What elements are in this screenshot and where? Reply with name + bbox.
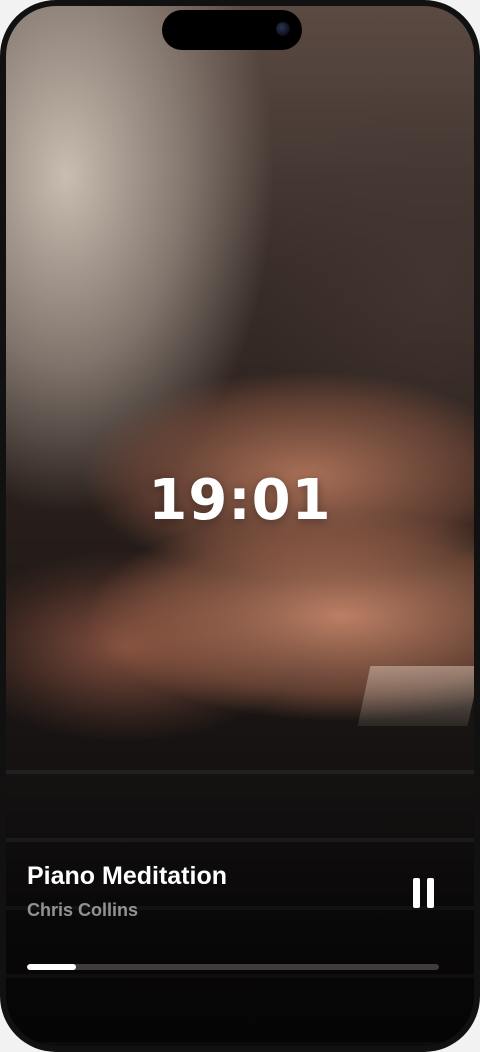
pause-button[interactable] — [406, 874, 442, 914]
dynamic-island — [162, 10, 302, 50]
track-artist: Chris Collins — [27, 900, 139, 920]
playback-progress-fill — [27, 964, 77, 970]
playback-progress-bar[interactable] — [27, 964, 439, 970]
piano-key-highlight — [357, 666, 474, 726]
pause-icon — [413, 878, 420, 908]
phone-frame: 19:01 Piano Meditation Chris Collins — [0, 0, 480, 1052]
camera-icon — [276, 22, 290, 36]
pause-icon-bar — [427, 878, 434, 908]
lock-screen-background: 19:01 Piano Meditation Chris Collins — [6, 6, 474, 1046]
track-title: Piano Meditation — [27, 862, 227, 890]
lock-screen-clock: 19:01 — [148, 468, 332, 533]
